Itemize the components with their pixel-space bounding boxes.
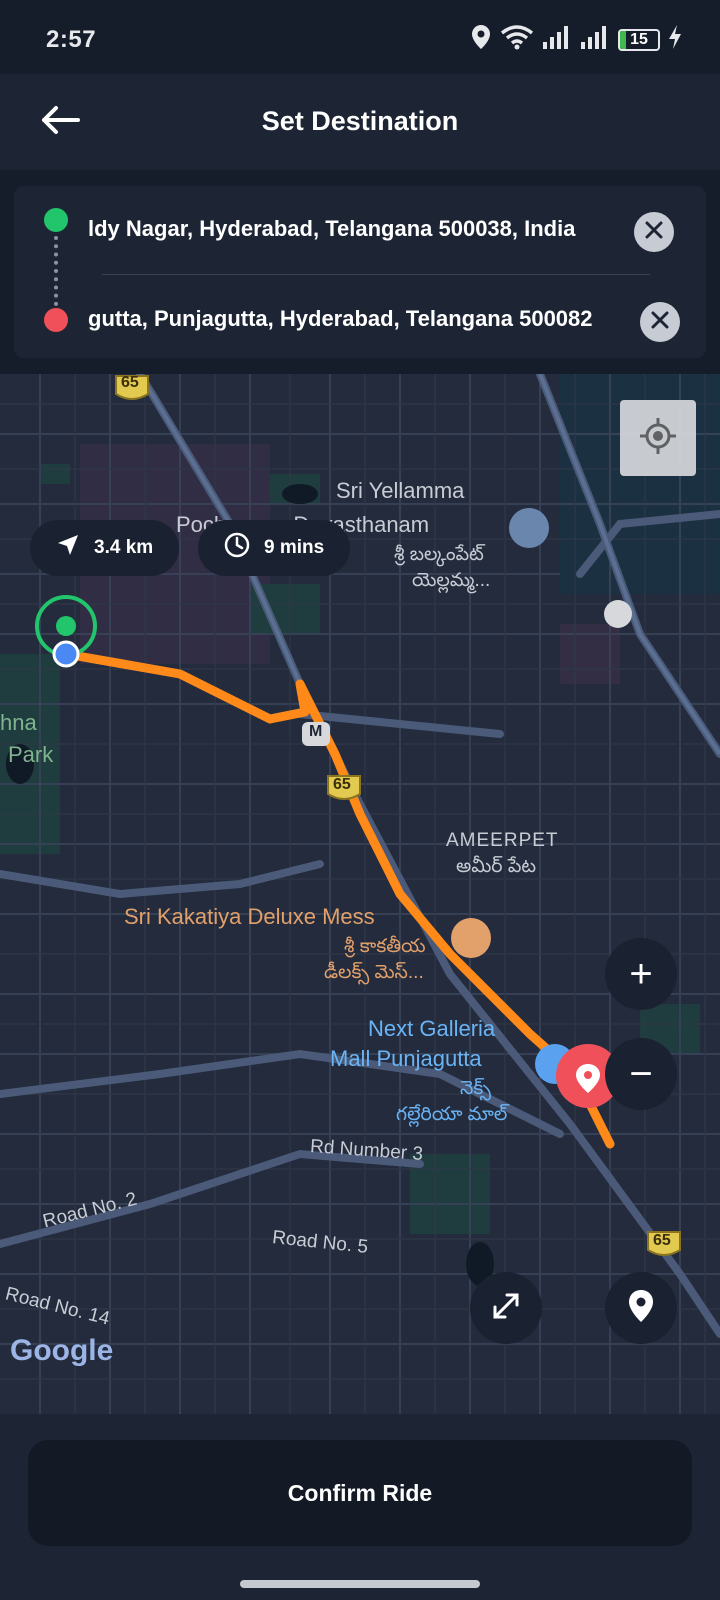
- poi-label: శ్రీ బల్కంపేట్: [394, 544, 484, 565]
- zoom-in-label: +: [629, 952, 653, 996]
- close-icon: [651, 311, 669, 334]
- poi-label: Next Galleria: [368, 1016, 496, 1041]
- bottom-bar: Confirm Ride: [0, 1414, 720, 1600]
- destination-field[interactable]: gutta, Punjagutta, Hyderabad, Telangana …: [88, 306, 630, 332]
- home-indicator[interactable]: [240, 1580, 480, 1588]
- poi-label: శ్రీ కాకతీయ: [344, 936, 426, 957]
- route-card: ldy Nagar, Hyderabad, Telangana 500038, …: [14, 186, 706, 358]
- metro-label: M: [309, 723, 323, 740]
- poi-label: Sri Yellamma: [336, 478, 465, 503]
- highway-shield-label: 65: [653, 1232, 671, 1249]
- duration-pill: 9 mins: [198, 520, 351, 576]
- zoom-out-label: −: [629, 1052, 653, 1096]
- page-title: Set Destination: [261, 106, 459, 136]
- clear-destination-button[interactable]: [640, 302, 680, 342]
- charging-icon: [668, 24, 682, 55]
- battery-icon: 15: [618, 28, 660, 51]
- clear-origin-button[interactable]: [634, 212, 674, 252]
- fullscreen-button[interactable]: [470, 1272, 542, 1344]
- header: Set Destination: [0, 74, 720, 170]
- crosshair-icon: [638, 416, 678, 461]
- origin-field[interactable]: ldy Nagar, Hyderabad, Telangana 500038, …: [88, 216, 630, 242]
- distance-value: 3.4 km: [94, 537, 154, 558]
- highway-shield-label: 65: [121, 374, 139, 391]
- poi-label: Mall Punjagutta: [330, 1046, 482, 1071]
- origin-dot-icon: [44, 208, 68, 232]
- origin-text: ldy Nagar, Hyderabad, Telangana 500038, …: [88, 216, 576, 241]
- battery-level: 15: [630, 30, 648, 48]
- expand-icon: [491, 1291, 521, 1326]
- area-label: AMEERPET: [446, 830, 559, 851]
- clock-icon: [224, 532, 250, 564]
- signal-icon: [580, 24, 610, 55]
- confirm-ride-button[interactable]: Confirm Ride: [28, 1440, 692, 1546]
- route-connector: [54, 236, 58, 306]
- location-icon: [470, 24, 492, 55]
- map-view[interactable]: 65 65 65 M Sri Yellamma Pochamma Devasth…: [0, 374, 720, 1414]
- park-label: Park: [8, 742, 54, 767]
- poi-label: యెల్లమ్మ...: [412, 570, 491, 591]
- destination-text: gutta, Punjagutta, Hyderabad, Telangana …: [88, 306, 593, 331]
- poi-label: గల్లేరియా మాల్: [396, 1104, 508, 1125]
- highway-shield-label: 65: [333, 776, 351, 793]
- duration-value: 9 mins: [264, 537, 325, 558]
- map-pin-icon: [628, 1289, 654, 1328]
- signal-icon: [542, 24, 572, 55]
- poi-label: నెక్స్: [460, 1078, 491, 1099]
- zoom-out-button[interactable]: −: [605, 1038, 677, 1110]
- distance-pill: 3.4 km: [30, 520, 180, 576]
- status-bar: 2:57 15: [0, 0, 720, 74]
- destination-dot-icon: [44, 308, 68, 332]
- google-logo: Google: [10, 1334, 114, 1367]
- poi-label: Sri Kakatiya Deluxe Mess: [124, 904, 375, 929]
- close-icon: [645, 221, 663, 244]
- divider: [102, 274, 650, 275]
- area-label: అమీర్ పేట: [456, 856, 537, 877]
- pin-location-button[interactable]: [605, 1272, 677, 1344]
- wifi-icon: [500, 24, 534, 55]
- zoom-in-button[interactable]: +: [605, 938, 677, 1010]
- status-time: 2:57: [46, 26, 97, 53]
- park-label: hna: [0, 710, 37, 735]
- navigation-arrow-icon: [56, 533, 80, 563]
- my-location-button[interactable]: [620, 400, 696, 476]
- poi-label: డీలక్స్ మెస్...: [324, 962, 424, 983]
- battery-fill: [620, 30, 626, 49]
- status-icons: 15: [470, 24, 682, 55]
